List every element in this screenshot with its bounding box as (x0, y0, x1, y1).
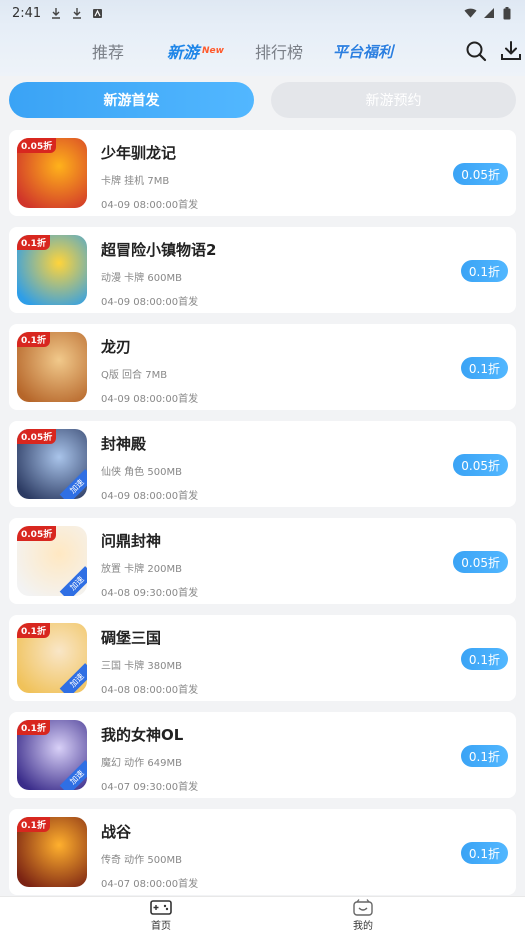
game-title: 超冒险小镇物语2 (101, 241, 217, 259)
game-card[interactable]: 0.1折 超冒险小镇物语2 动漫 卡牌 600MB 04-09 08:00:00… (9, 227, 516, 313)
release-date: 04-07 09:30:00首发 (101, 782, 199, 793)
release-date: 04-09 08:00:00首发 (101, 200, 199, 211)
speed-ribbon: 加速 (59, 566, 87, 596)
game-card[interactable]: 0.1折 加速 碉堡三国 三国 卡牌 380MB 04-08 08:00:00首… (9, 615, 516, 701)
tab-new-games-label: 新游 (167, 43, 200, 62)
game-card[interactable]: 0.05折 少年驯龙记 卡牌 挂机 7MB 04-09 08:00:00首发 0… (9, 130, 516, 216)
gamepad-icon (150, 900, 172, 915)
game-title: 战谷 (101, 823, 132, 841)
speed-ribbon: 加速 (59, 663, 87, 693)
game-icon: 0.05折 加速 (17, 526, 87, 596)
discount-button[interactable]: 0.1折 (460, 260, 508, 282)
tab-platform-welfare[interactable]: 平台福利 (333, 36, 393, 66)
top-tab-bar: 推荐 新游 New 排行榜 平台福利 (0, 26, 525, 76)
discount-corner-badge: 0.05折 (17, 429, 57, 444)
game-title: 碉堡三国 (101, 629, 162, 647)
segment-new-reservation[interactable]: 新游预约 (271, 82, 516, 118)
nav-home-label: 首页 (151, 921, 171, 932)
game-title: 我的女神OL (101, 726, 184, 744)
discount-button[interactable]: 0.1折 (460, 842, 508, 864)
status-bar: 2:41 (0, 0, 525, 26)
game-card[interactable]: 0.1折 战谷 传奇 动作 500MB 04-07 08:00:00首发 0.1… (9, 809, 516, 895)
tab-platform-welfare-label: 平台福利 (333, 42, 394, 61)
speed-ribbon: 加速 (59, 760, 87, 790)
search-icon[interactable] (465, 40, 487, 62)
discount-button[interactable]: 0.1折 (460, 745, 508, 767)
release-date: 04-08 09:30:00首发 (101, 588, 199, 599)
speed-ribbon: 加速 (59, 469, 87, 499)
discount-corner-badge: 0.1折 (17, 623, 50, 638)
game-title: 问鼎封神 (101, 532, 162, 550)
discount-corner-badge: 0.1折 (17, 332, 50, 347)
game-tags: 动漫 卡牌 600MB (101, 273, 182, 284)
game-title: 龙刃 (101, 338, 132, 356)
wifi-icon (464, 7, 477, 20)
game-tags: 卡牌 挂机 7MB (101, 176, 170, 187)
segment-new-release-label: 新游首发 (103, 93, 160, 109)
discount-corner-badge: 0.1折 (17, 235, 50, 250)
discount-button[interactable]: 0.1折 (460, 648, 508, 670)
tab-ranking[interactable]: 排行榜 (255, 36, 303, 66)
tab-recommend[interactable]: 推荐 (92, 36, 124, 66)
game-card[interactable]: 0.1折 加速 我的女神OL 魔幻 动作 649MB 04-07 09:30:0… (9, 712, 516, 798)
release-date: 04-09 08:00:00首发 (101, 297, 199, 308)
game-icon: 0.1折 加速 (17, 720, 87, 790)
game-icon: 0.05折 加速 (17, 429, 87, 499)
download-notification-icon (70, 7, 83, 20)
nav-mine-label: 我的 (353, 921, 373, 932)
game-tags: 魔幻 动作 649MB (101, 758, 182, 769)
game-tags: 放置 卡牌 200MB (101, 564, 182, 575)
game-title: 封神殿 (101, 435, 147, 453)
tab-ranking-label: 排行榜 (255, 43, 304, 62)
release-date: 04-09 08:00:00首发 (101, 491, 199, 502)
discount-button[interactable]: 0.05折 (453, 163, 508, 185)
profile-icon (353, 899, 373, 916)
discount-button[interactable]: 0.05折 (453, 551, 508, 573)
game-card[interactable]: 0.05折 加速 封神殿 仙侠 角色 500MB 04-09 08:00:00首… (9, 421, 516, 507)
app-notification-icon (91, 7, 104, 20)
game-title: 少年驯龙记 (101, 144, 177, 162)
discount-corner-badge: 0.1折 (17, 720, 50, 735)
nav-home[interactable]: 首页 (131, 899, 191, 932)
tab-new-games[interactable]: 新游 New (167, 36, 224, 66)
tab-recommend-label: 推荐 (92, 43, 125, 62)
game-card[interactable]: 0.1折 龙刃 Q版 回合 7MB 04-09 08:00:00首发 0.1折 (9, 324, 516, 410)
bottom-nav: 首页 我的 (0, 896, 525, 935)
game-icon: 0.1折 加速 (17, 623, 87, 693)
release-date: 04-08 08:00:00首发 (101, 685, 199, 696)
game-tags: Q版 回合 7MB (101, 370, 168, 381)
discount-corner-badge: 0.05折 (17, 138, 57, 153)
game-tags: 三国 卡牌 380MB (101, 661, 182, 672)
game-card[interactable]: 0.05折 加速 问鼎封神 放置 卡牌 200MB 04-08 09:30:00… (9, 518, 516, 604)
game-icon: 0.1折 (17, 235, 87, 305)
nav-mine[interactable]: 我的 (333, 899, 393, 932)
game-icon: 0.1折 (17, 817, 87, 887)
download-icon[interactable] (500, 40, 522, 62)
game-tags: 传奇 动作 500MB (101, 855, 182, 866)
discount-corner-badge: 0.1折 (17, 817, 50, 832)
signal-icon (482, 7, 495, 20)
discount-button[interactable]: 0.05折 (453, 454, 508, 476)
segment-new-release[interactable]: 新游首发 (9, 82, 254, 118)
game-tags: 仙侠 角色 500MB (101, 467, 182, 478)
discount-corner-badge: 0.05折 (17, 526, 57, 541)
battery-icon (500, 6, 513, 20)
discount-button[interactable]: 0.1折 (460, 357, 508, 379)
release-date: 04-09 08:00:00首发 (101, 394, 199, 405)
segment-new-reservation-label: 新游预约 (365, 93, 422, 109)
game-icon: 0.1折 (17, 332, 87, 402)
download-notification-icon (49, 7, 62, 20)
release-date: 04-07 08:00:00首发 (101, 879, 199, 890)
status-time: 2:41 (12, 5, 42, 21)
game-icon: 0.05折 (17, 138, 87, 208)
new-badge: New (202, 46, 224, 56)
